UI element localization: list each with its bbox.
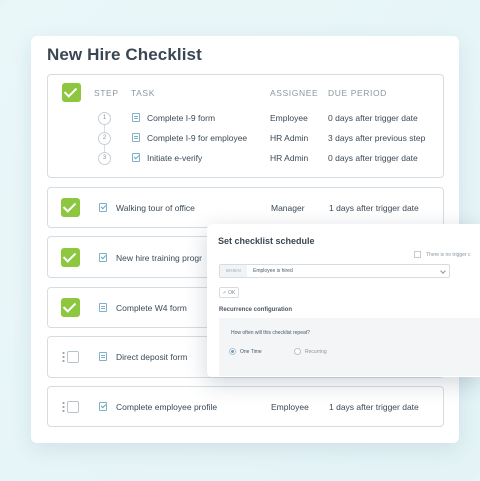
- when-value: Employee is hired: [253, 268, 293, 274]
- ok-button[interactable]: ✓ OK: [219, 287, 239, 298]
- item-checkbox[interactable]: [67, 351, 79, 363]
- one-time-label[interactable]: One Time: [240, 349, 262, 355]
- task-due-period: 1 days after trigger date: [329, 203, 419, 213]
- item-checkbox[interactable]: [67, 401, 79, 413]
- document-icon: [99, 352, 107, 361]
- drag-handle-icon[interactable]: [62, 351, 65, 363]
- item-checkbox[interactable]: [61, 248, 80, 267]
- task-assignee: Employee: [271, 402, 309, 412]
- task-due-period: 0 days after trigger date: [328, 113, 418, 123]
- task-name[interactable]: Initiate e-verify: [147, 153, 202, 163]
- one-time-radio[interactable]: [229, 348, 236, 355]
- task-due-period: 3 days after previous step: [328, 133, 426, 143]
- drag-handle-icon[interactable]: [62, 401, 65, 413]
- header-step: STEP: [94, 88, 119, 98]
- checkbox-task-icon: [99, 203, 107, 212]
- recurrence-question: How often will this checklist repeat?: [231, 330, 310, 336]
- task-name[interactable]: Walking tour of office: [116, 203, 195, 213]
- checkbox-task-icon: [132, 153, 140, 162]
- task-due-period: 0 days after trigger date: [328, 153, 418, 163]
- no-trigger-checkbox[interactable]: [414, 251, 421, 258]
- task-name[interactable]: Complete I-9 for employee: [147, 133, 247, 143]
- recurrence-panel: [219, 318, 480, 376]
- no-trigger-label: There is no trigger c: [426, 252, 471, 258]
- page-title: New Hire Checklist: [47, 45, 202, 64]
- task-assignee: Employee: [270, 113, 308, 123]
- task-assignee: HR Admin: [270, 153, 309, 163]
- task-name[interactable]: Direct deposit form: [116, 352, 187, 362]
- document-icon: [132, 133, 140, 142]
- popup-title: Set checklist schedule: [218, 236, 315, 246]
- recurring-label[interactable]: Recurring: [305, 349, 327, 355]
- when-label: WHEN: [220, 265, 247, 277]
- header-task: TASK: [131, 88, 155, 98]
- item-checkbox[interactable]: [61, 198, 80, 217]
- task-name[interactable]: Complete W4 form: [116, 303, 187, 313]
- step-1-badge: 1: [98, 112, 111, 125]
- task-assignee: Manager: [271, 203, 305, 213]
- checkbox-task-icon: [99, 402, 107, 411]
- recurring-radio[interactable]: [294, 348, 301, 355]
- step-2-badge: 2: [98, 132, 111, 145]
- task-name[interactable]: Complete employee profile: [116, 402, 217, 412]
- recurrence-title: Recurrence configuration: [219, 307, 293, 313]
- task-assignee: HR Admin: [270, 133, 309, 143]
- header-assignee: ASSIGNEE: [270, 88, 319, 98]
- group-1-checkbox[interactable]: [62, 83, 81, 102]
- task-name[interactable]: Complete I-9 form: [147, 113, 215, 123]
- header-due-period: DUE PERIOD: [328, 88, 387, 98]
- document-icon: [99, 303, 107, 312]
- task-due-period: 1 days after trigger date: [329, 402, 419, 412]
- document-icon: [132, 113, 140, 122]
- checkbox-task-icon: [99, 253, 107, 262]
- step-3-badge: 3: [98, 152, 111, 165]
- item-checkbox[interactable]: [61, 298, 80, 317]
- task-name[interactable]: New hire training progr: [116, 253, 202, 263]
